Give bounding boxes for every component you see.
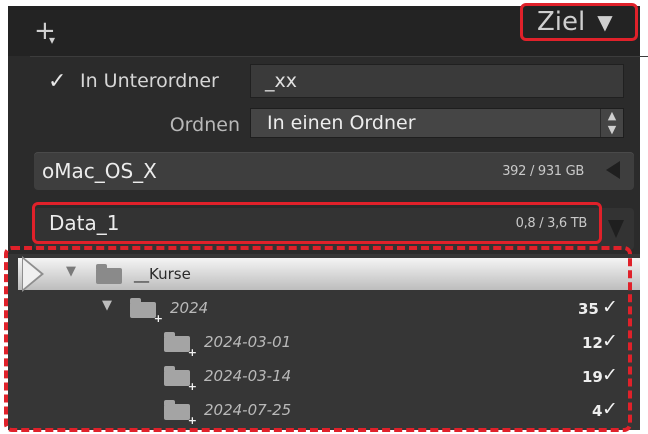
add-folder-button[interactable]: + ▾ xyxy=(34,16,64,47)
target-dropdown[interactable]: Ziel ▼ xyxy=(520,3,638,41)
disclosure-left-icon[interactable] xyxy=(606,161,620,179)
subfolder-checkbox[interactable]: ✓ xyxy=(48,69,70,94)
subfolder-name-input[interactable]: _xx xyxy=(250,64,624,98)
triangle-down-icon: ▼ xyxy=(597,10,613,34)
volume-name: Data_1 xyxy=(49,211,120,235)
sort-label: Ordnen xyxy=(169,114,240,136)
folder-tree-highlight xyxy=(4,246,632,432)
volume-row[interactable]: oMac_OS_X 392 / 931 GB xyxy=(34,152,634,190)
sort-select[interactable]: In einen Ordner ▲ ▼ xyxy=(250,108,624,138)
chevron-down-small-icon: ▾ xyxy=(49,33,56,47)
select-arrows-icon: ▲ ▼ xyxy=(600,109,623,137)
subfolder-option[interactable]: ✓ In Unterordner xyxy=(48,64,219,98)
selected-volume[interactable]: Data_1 0,8 / 3,6 TB xyxy=(32,202,602,244)
subfolder-label: In Unterordner xyxy=(80,70,219,92)
divider xyxy=(30,56,648,57)
volume-size: 392 / 931 GB xyxy=(502,163,584,179)
volume-name: oMac_OS_X xyxy=(42,159,157,183)
target-label: Ziel xyxy=(537,7,586,37)
volume-size: 0,8 / 3,6 TB xyxy=(515,215,588,231)
sort-select-value: In einen Ordner xyxy=(267,112,416,134)
disclosure-down-icon[interactable] xyxy=(608,220,624,238)
